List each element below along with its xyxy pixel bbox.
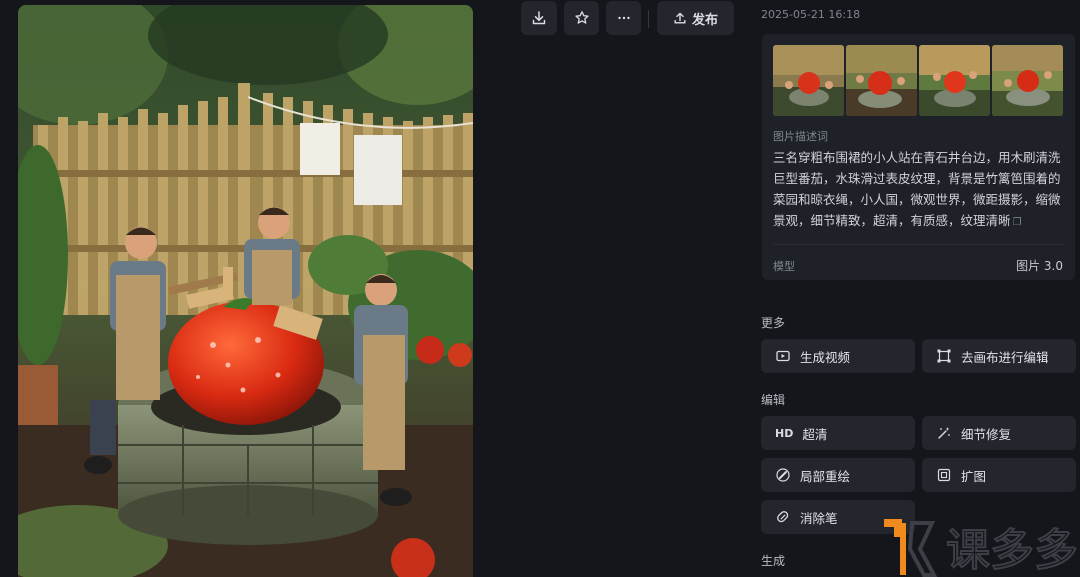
canvas-edit-button[interactable]: 去画布进行编辑 [922, 339, 1076, 373]
model-label: 模型 [773, 260, 795, 273]
svg-text:课多多: 课多多 [946, 525, 1078, 576]
hd-upscale-button[interactable]: HD 超清 [761, 416, 915, 450]
brush-icon [775, 467, 791, 483]
detail-repair-button[interactable]: 细节修复 [922, 416, 1076, 450]
generate-video-button[interactable]: 生成视频 [761, 339, 915, 373]
image-info-card: 图片描述词 三名穿粗布围裙的小人站在青石井台边，用木刷清洗巨型番茄，水珠滑过表皮… [762, 34, 1075, 280]
copy-icon[interactable]: ❐ [1013, 212, 1022, 233]
publish-label: 发布 [691, 12, 718, 28]
image-description: 三名穿粗布围裙的小人站在青石井台边，用木刷清洗巨型番茄，水珠滑过表皮纹理，背景是… [773, 147, 1066, 233]
eraser-icon [775, 509, 791, 525]
expand-label: 扩图 [961, 468, 987, 484]
video-icon [775, 348, 791, 364]
generated-image[interactable] [18, 5, 473, 577]
card-divider [773, 244, 1064, 245]
canvas-edit-label: 去画布进行编辑 [961, 349, 1049, 365]
thumbnail[interactable] [992, 45, 1063, 116]
hd-icon: HD [775, 426, 794, 440]
detail-repair-label: 细节修复 [961, 426, 1012, 442]
description-label: 图片描述词 [773, 130, 828, 143]
inpaint-label: 局部重绘 [800, 468, 851, 484]
download-button[interactable] [521, 1, 557, 35]
tomato-scene-illustration [18, 5, 473, 577]
thumbnail[interactable] [773, 45, 844, 116]
app-root: 发布 2025-05-21 16:18 图片描述词 三名穿粗布围裙的小人站在青石… [0, 0, 1080, 577]
inpaint-button[interactable]: 局部重绘 [761, 458, 915, 492]
canvas-icon [936, 348, 952, 364]
hd-label: 超清 [802, 426, 828, 442]
generate-video-label: 生成视频 [800, 349, 851, 365]
watermark-logo: 课多多 [880, 517, 1080, 577]
section-edit-title: 编辑 [761, 393, 786, 407]
star-icon [574, 11, 589, 24]
section-more-title: 更多 [761, 316, 786, 330]
favorite-button[interactable] [564, 1, 599, 35]
download-icon [532, 11, 546, 25]
more-options-button[interactable] [606, 1, 641, 35]
toolbar-divider [648, 10, 649, 28]
upload-icon [674, 12, 686, 24]
ellipsis-icon [617, 16, 630, 20]
expand-icon [936, 467, 952, 483]
magic-wand-icon [936, 425, 952, 441]
section-generate-title: 生成 [761, 554, 786, 568]
model-value: 图片 3.0 [1016, 259, 1063, 273]
timestamp: 2025-05-21 16:18 [761, 8, 861, 21]
thumbnail[interactable] [919, 45, 990, 116]
expand-image-button[interactable]: 扩图 [922, 458, 1076, 492]
publish-button[interactable]: 发布 [657, 1, 734, 35]
eraser-label: 消除笔 [800, 510, 838, 526]
thumbnail-strip [773, 45, 1063, 116]
thumbnail[interactable] [846, 45, 917, 116]
